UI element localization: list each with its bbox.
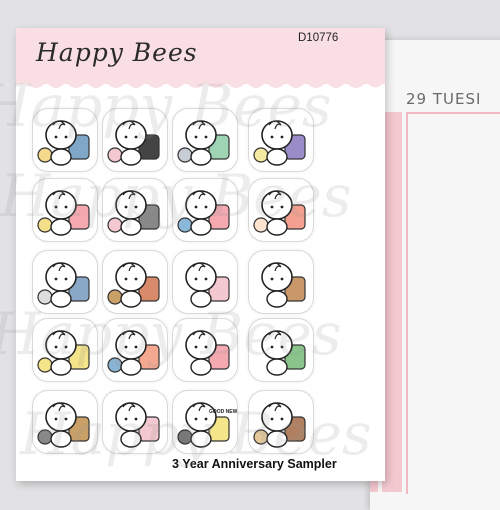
sticker-money-cash [248,318,314,382]
planner-page: 29 TUESI [370,40,500,510]
sticker-crafting [32,108,98,172]
sticker-blanket-cozy [248,178,314,242]
sticker-sick-day [32,318,98,382]
planner-date: 29 TUESI [406,90,482,108]
sticker-peach-scrapbook [102,318,168,382]
sheet-title: 3 Year Anniversary Sampler [172,457,337,471]
sticker-movie-night [102,108,168,172]
sticker-reading [102,390,168,454]
planner-stripe [382,112,402,492]
sticker-heart-love [172,318,238,382]
sticker-travel-suitcase [172,108,238,172]
sticker-laptop-storm [102,178,168,242]
sticker-journal-pens [32,390,98,454]
sticker-newspaper: GOOD NEWS [172,390,238,454]
sticker-friends-chat [172,250,238,314]
sticker-home [248,108,314,172]
sticker-charging [32,250,98,314]
sticker-phone-selfie [172,178,238,242]
sticker-planning-notes [32,178,98,242]
sticker-apple-reward [102,250,168,314]
brand-logo: Happy Bees [36,38,198,67]
sticker-sheet: Happy Bees D10776 GOOD NEWS 3 Year Anniv… [16,28,385,481]
planner-column [406,112,500,494]
sticker-jenga-bear [248,390,314,454]
scallop-edge [16,72,385,88]
newspaper-headline: GOOD NEWS [209,409,237,415]
product-code: D10776 [298,32,339,44]
sticker-coffee-mug [248,250,314,314]
